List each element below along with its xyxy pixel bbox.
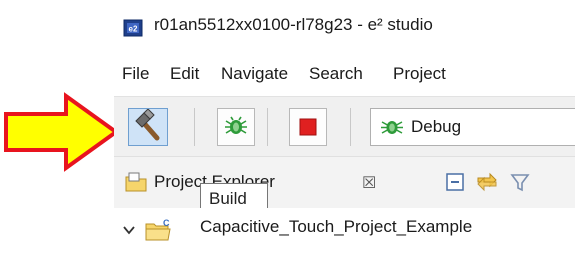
menu-project[interactable]: Project bbox=[393, 64, 446, 84]
collapse-all-icon[interactable] bbox=[444, 171, 466, 193]
tree-item-project[interactable]: C Capacitive_Touch_Project_Example bbox=[114, 208, 575, 253]
stop-button[interactable] bbox=[289, 108, 327, 146]
e2-studio-app-icon: e2 bbox=[123, 19, 143, 37]
toolbar-separator bbox=[350, 108, 351, 146]
bug-icon bbox=[225, 116, 247, 134]
link-with-editor-icon[interactable] bbox=[474, 170, 500, 194]
main-toolbar: Debug bbox=[114, 96, 575, 157]
launch-configuration-label: Debug bbox=[411, 117, 462, 136]
filter-icon[interactable] bbox=[509, 171, 531, 193]
project-tree: C Capacitive_Touch_Project_Example bbox=[114, 208, 575, 253]
c-project-folder-icon: C bbox=[145, 218, 171, 241]
menu-bar: File Edit Navigate Search Project bbox=[114, 54, 575, 96]
toolbar-separator bbox=[194, 108, 195, 146]
window-title: r01an5512xx0100-rl78g23 - e² studio bbox=[154, 15, 433, 34]
callout-arrow bbox=[4, 92, 120, 172]
chevron-down-icon[interactable] bbox=[122, 223, 136, 237]
menu-navigate[interactable]: Navigate bbox=[221, 64, 288, 84]
menu-file[interactable]: File bbox=[122, 64, 149, 84]
tooltip-text: Build bbox=[209, 189, 247, 208]
hammer-icon bbox=[135, 108, 160, 141]
stop-icon bbox=[299, 118, 317, 136]
close-icon[interactable]: ☒ bbox=[362, 173, 376, 193]
svg-text:e2: e2 bbox=[129, 25, 138, 34]
build-button[interactable] bbox=[128, 108, 168, 146]
project-explorer-icon bbox=[125, 172, 147, 192]
menu-search[interactable]: Search bbox=[309, 64, 363, 84]
svg-text:C: C bbox=[163, 218, 170, 228]
debug-button[interactable] bbox=[217, 108, 255, 146]
bug-icon bbox=[381, 121, 403, 134]
toolbar-separator bbox=[267, 108, 268, 146]
title-bar: e2 r01an5512xx0100-rl78g23 - e² studio bbox=[114, 0, 575, 54]
tree-item-label: Capacitive_Touch_Project_Example bbox=[200, 217, 473, 236]
menu-edit[interactable]: Edit bbox=[170, 64, 199, 84]
project-explorer-header: Project Explorer ☒ Build bbox=[114, 156, 575, 215]
ide-window: e2 r01an5512xx0100-rl78g23 - e² studio F… bbox=[114, 0, 575, 253]
launch-configuration-selector[interactable]: Debug bbox=[370, 108, 575, 146]
